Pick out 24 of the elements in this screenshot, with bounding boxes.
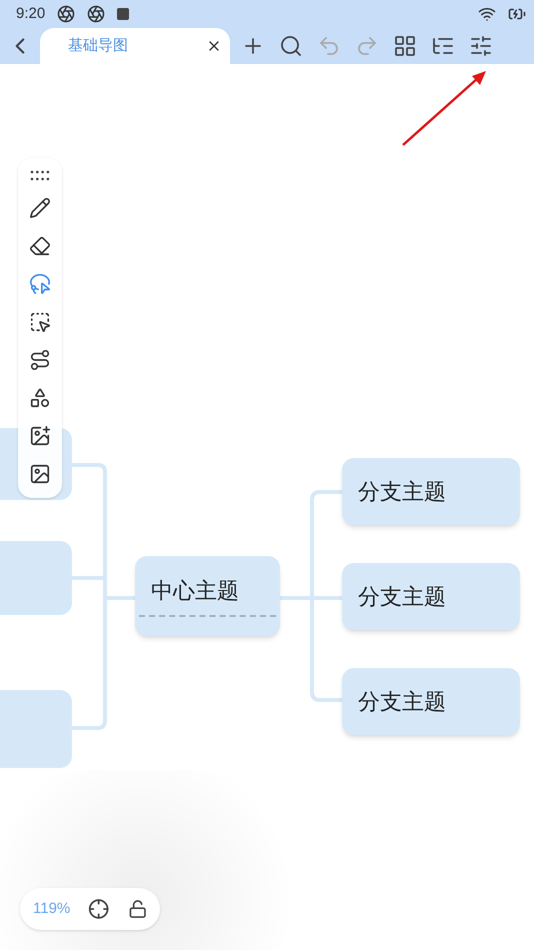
lasso-icon[interactable]	[28, 272, 52, 296]
aperture-icon	[57, 5, 76, 23]
connector-icon[interactable]	[28, 348, 52, 372]
status-time: 9:20	[16, 4, 46, 24]
branch-topic[interactable]: 分支主题	[342, 668, 520, 735]
central-topic[interactable]: 中心主题	[135, 556, 280, 636]
drag-handle-icon[interactable]	[30, 170, 50, 182]
grid-icon[interactable]	[392, 33, 418, 59]
image-icon[interactable]	[28, 462, 52, 486]
pencil-icon[interactable]	[28, 196, 52, 220]
branch-topic[interactable]: 分支主题	[342, 458, 520, 525]
wifi-icon	[478, 5, 496, 23]
shapes-icon[interactable]	[28, 386, 52, 410]
unlock-icon[interactable]	[128, 899, 147, 919]
topic-node[interactable]	[0, 690, 72, 768]
sliders-icon[interactable]	[468, 33, 494, 59]
locate-icon[interactable]	[88, 898, 110, 920]
aperture-icon	[87, 5, 106, 23]
eraser-icon[interactable]	[28, 234, 52, 258]
selection-icon[interactable]	[28, 310, 52, 334]
branch-topic[interactable]: 分支主题	[342, 563, 520, 630]
topic-node[interactable]	[0, 541, 72, 615]
image-add-icon[interactable]	[28, 424, 52, 448]
search-icon[interactable]	[278, 33, 304, 59]
